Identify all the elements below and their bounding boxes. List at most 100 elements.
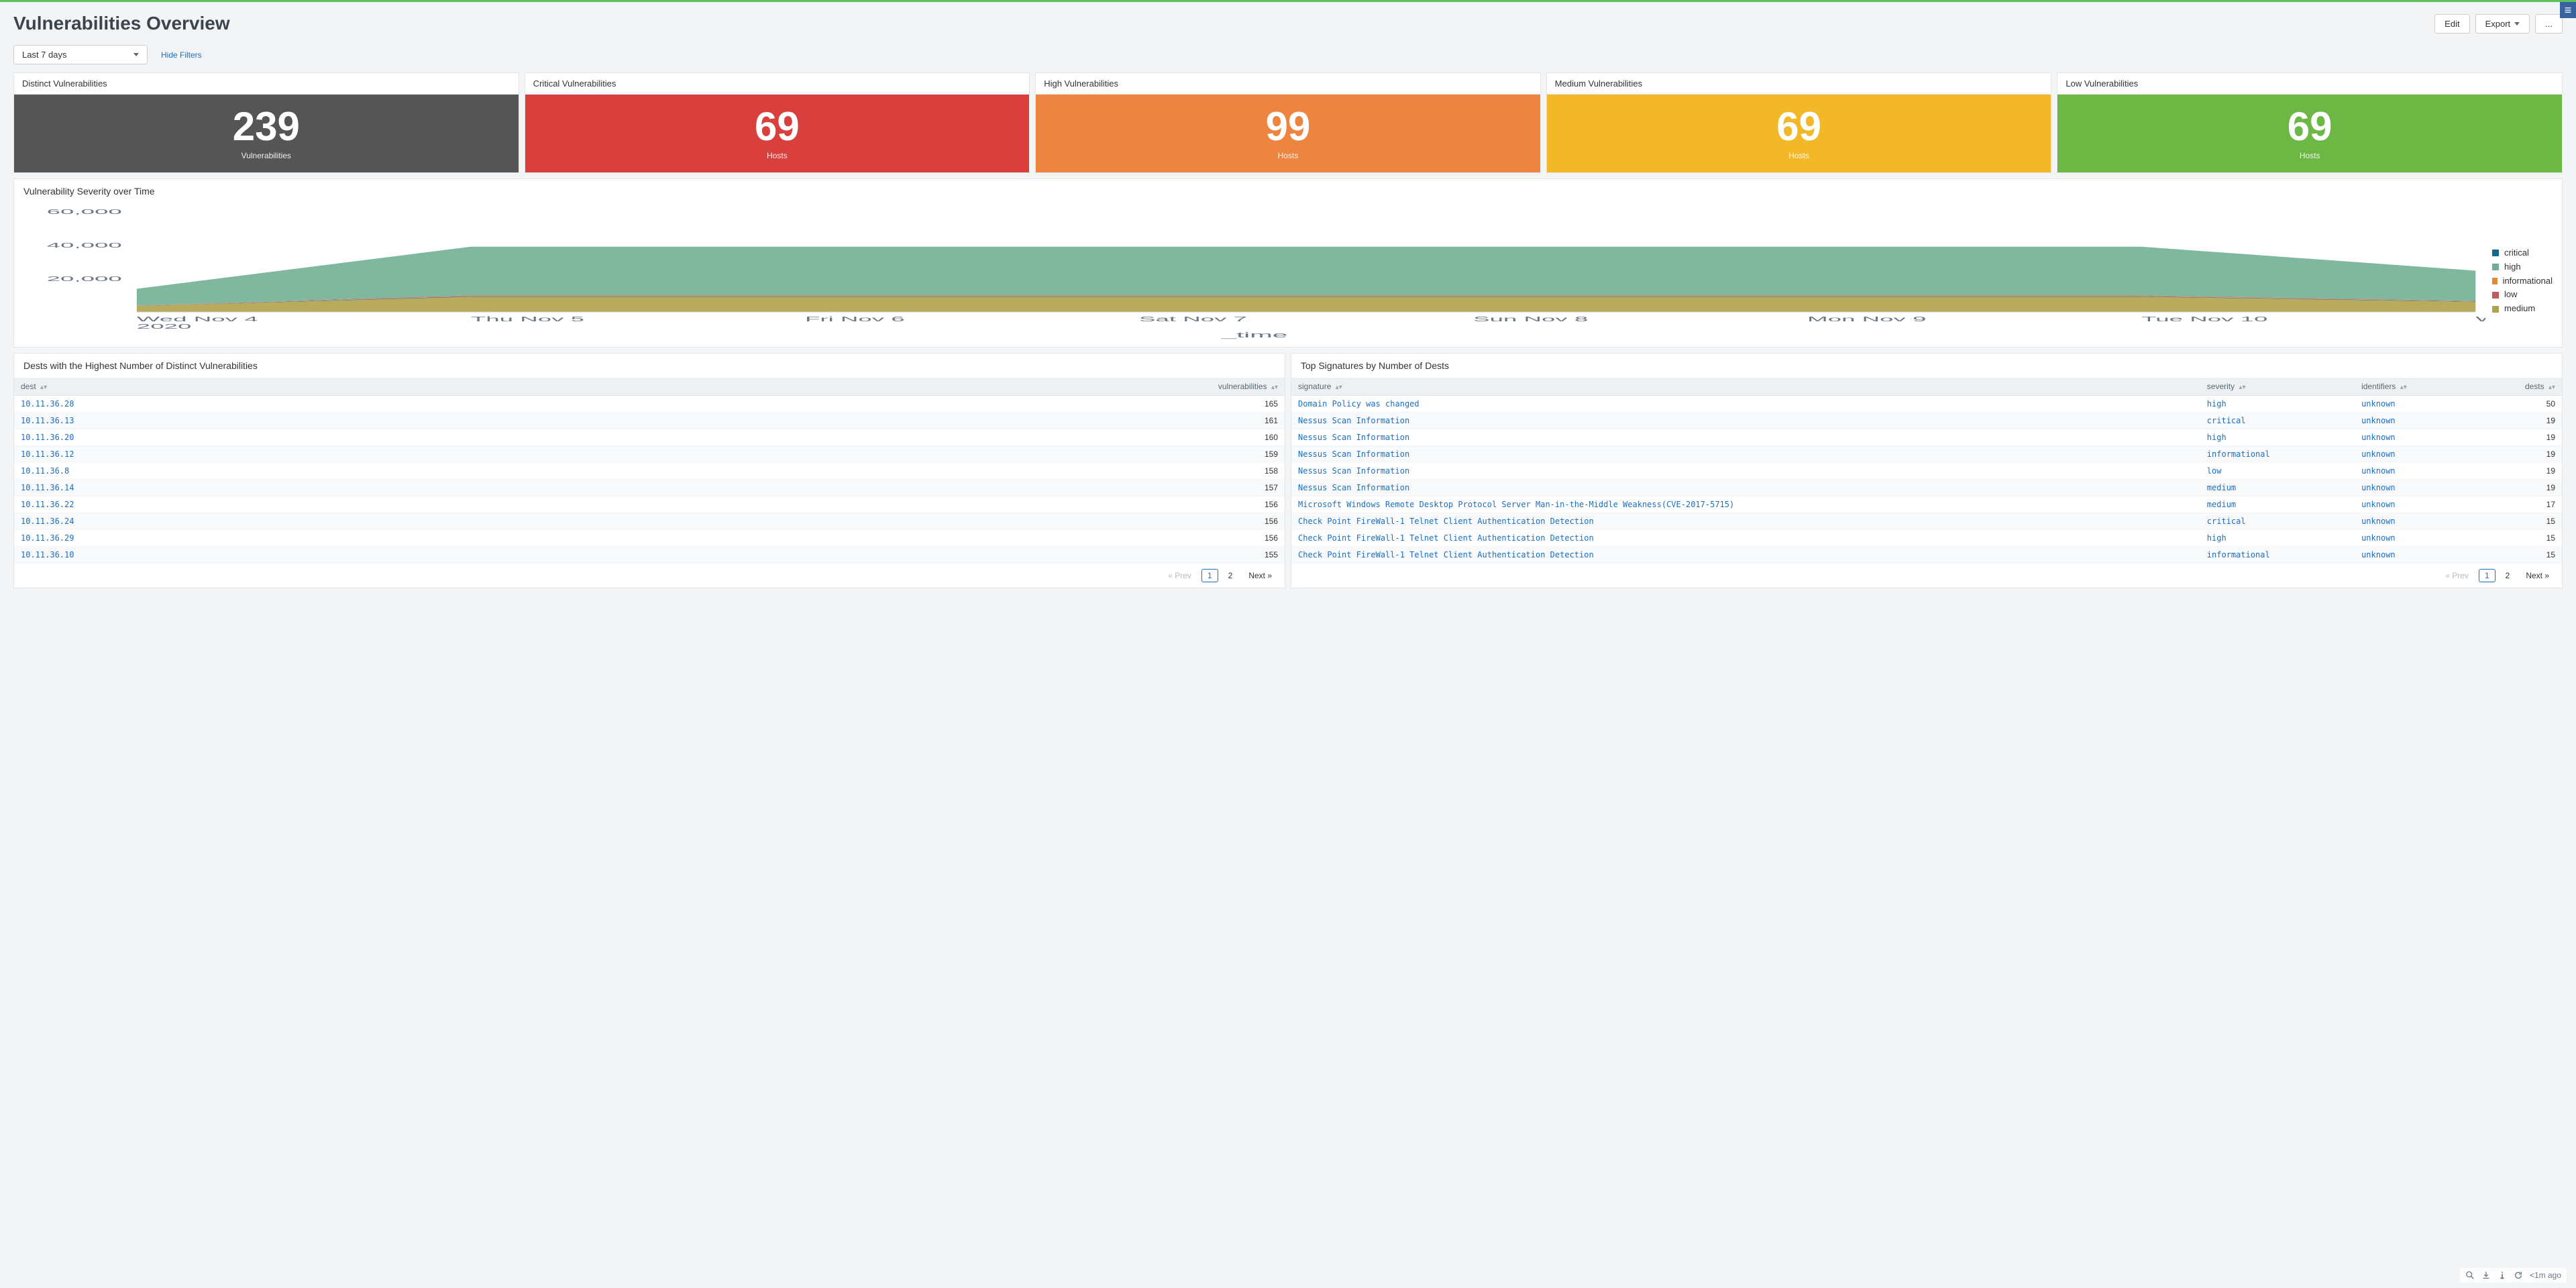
pager-prev[interactable]: « Prev [1162, 569, 1197, 582]
metric-card[interactable]: High Vulnerabilities 99 Hosts [1035, 72, 1541, 173]
cell-link[interactable]: 10.11.36.10 [21, 550, 74, 559]
search-icon[interactable] [2465, 1271, 2475, 1280]
export-button[interactable]: Export [2475, 14, 2530, 34]
cell-link[interactable]: Microsoft Windows Remote Desktop Protoco… [1298, 500, 1734, 509]
table-row[interactable]: 10.11.36.12159 [14, 446, 1285, 463]
cell-link[interactable]: unknown [2361, 500, 2396, 509]
cell-link[interactable]: Check Point FireWall-1 Telnet Client Aut… [1298, 550, 1594, 559]
cell-link[interactable]: 10.11.36.8 [21, 466, 69, 476]
cell-link[interactable]: critical [2207, 416, 2246, 425]
cell-link[interactable]: medium [2207, 483, 2236, 492]
table-row[interactable]: Nessus Scan Informationcriticalunknown19 [1291, 413, 2562, 429]
pager-next[interactable]: Next » [2520, 569, 2555, 582]
metric-card[interactable]: Medium Vulnerabilities 69 Hosts [1546, 72, 2052, 173]
svg-text:2020: 2020 [137, 323, 192, 330]
cell-link[interactable]: critical [2207, 517, 2246, 526]
cell-link[interactable]: 10.11.36.13 [21, 416, 74, 425]
cell-link[interactable]: unknown [2361, 550, 2396, 559]
table-row[interactable]: 10.11.36.8158 [14, 463, 1285, 480]
refresh-icon[interactable] [2514, 1271, 2523, 1280]
cell-link[interactable]: 10.11.36.14 [21, 483, 74, 492]
cell-link[interactable]: unknown [2361, 466, 2396, 476]
pager-next[interactable]: Next » [1242, 569, 1278, 582]
cell-link[interactable]: Domain Policy was changed [1298, 399, 1419, 409]
table-row[interactable]: Nessus Scan Informationlowunknown19 [1291, 463, 2562, 480]
table-row[interactable]: Domain Policy was changedhighunknown50 [1291, 396, 2562, 413]
cell-link[interactable]: unknown [2361, 517, 2396, 526]
pager-page[interactable]: 1 [2479, 569, 2496, 582]
cell-link[interactable]: unknown [2361, 533, 2396, 543]
table-row[interactable]: Check Point FireWall-1 Telnet Client Aut… [1291, 547, 2562, 564]
cell-link[interactable]: Check Point FireWall-1 Telnet Client Aut… [1298, 533, 1594, 543]
cell-link[interactable]: informational [2207, 449, 2270, 459]
table-row[interactable]: 10.11.36.10155 [14, 547, 1285, 564]
cell-link[interactable]: unknown [2361, 433, 2396, 442]
pager-page[interactable]: 1 [1201, 569, 1218, 582]
sigs-table-title: Top Signatures by Number of Dests [1291, 354, 2562, 378]
column-header[interactable]: severity ▴▾ [2200, 378, 2355, 396]
column-header[interactable]: dests ▴▾ [2473, 378, 2562, 396]
cell-link[interactable]: unknown [2361, 416, 2396, 425]
legend-item[interactable]: informational [2492, 274, 2553, 288]
cell-link[interactable]: Nessus Scan Information [1298, 416, 1409, 425]
table-row[interactable]: 10.11.36.13161 [14, 413, 1285, 429]
info-icon[interactable] [2498, 1271, 2507, 1280]
hide-filters-link[interactable]: Hide Filters [161, 50, 202, 60]
cell-link[interactable]: 10.11.36.24 [21, 517, 74, 526]
metric-card[interactable]: Low Vulnerabilities 69 Hosts [2057, 72, 2563, 173]
pager-page[interactable]: 2 [2500, 569, 2516, 582]
download-icon[interactable] [2481, 1271, 2491, 1280]
cell-link[interactable]: high [2207, 433, 2226, 442]
table-row[interactable]: 10.11.36.29156 [14, 530, 1285, 547]
cell-link[interactable]: Nessus Scan Information [1298, 449, 1409, 459]
cell-link[interactable]: medium [2207, 500, 2236, 509]
cell-link[interactable]: 10.11.36.28 [21, 399, 74, 409]
cell-link[interactable]: high [2207, 399, 2226, 409]
table-row[interactable]: Microsoft Windows Remote Desktop Protoco… [1291, 496, 2562, 513]
cell-link[interactable]: 10.11.36.29 [21, 533, 74, 543]
cell-link[interactable]: unknown [2361, 483, 2396, 492]
more-actions-button[interactable]: ... [2535, 14, 2563, 34]
cell-link[interactable]: Nessus Scan Information [1298, 466, 1409, 476]
cell-link[interactable]: high [2207, 533, 2226, 543]
cell-link[interactable]: unknown [2361, 399, 2396, 409]
table-row[interactable]: 10.11.36.28165 [14, 396, 1285, 413]
cell-link[interactable]: 10.11.36.22 [21, 500, 74, 509]
legend-item[interactable]: high [2492, 260, 2553, 274]
cell-link[interactable]: informational [2207, 550, 2270, 559]
column-header[interactable]: identifiers ▴▾ [2355, 378, 2473, 396]
cell-link[interactable]: Nessus Scan Information [1298, 483, 1409, 492]
cell-link[interactable]: 10.11.36.20 [21, 433, 74, 442]
edit-button[interactable]: Edit [2434, 14, 2469, 34]
table-row[interactable]: 10.11.36.24156 [14, 513, 1285, 530]
cell-link[interactable]: low [2207, 466, 2222, 476]
legend-item[interactable]: critical [2492, 246, 2553, 260]
table-row[interactable]: 10.11.36.14157 [14, 480, 1285, 496]
column-header[interactable]: vulnerabilities ▴▾ [620, 378, 1285, 396]
collapse-panel-tab[interactable]: ≡ [2560, 2, 2576, 18]
time-range-picker[interactable]: Last 7 days [13, 45, 148, 64]
metric-label: Hosts [2065, 151, 2554, 160]
metric-card[interactable]: Distinct Vulnerabilities 239 Vulnerabili… [13, 72, 519, 173]
column-header[interactable]: dest ▴▾ [14, 378, 620, 396]
cell-link[interactable]: 10.11.36.12 [21, 449, 74, 459]
cell-link[interactable]: Check Point FireWall-1 Telnet Client Aut… [1298, 517, 1594, 526]
legend-item[interactable]: low [2492, 288, 2553, 302]
table-row[interactable]: Nessus Scan Informationhighunknown19 [1291, 429, 2562, 446]
legend-item[interactable]: medium [2492, 302, 2553, 316]
table-row[interactable]: Nessus Scan Information informational unkn… [1291, 446, 2562, 463]
table-row[interactable]: Check Point FireWall-1 Telnet Client Aut… [1291, 513, 2562, 530]
column-header[interactable]: signature ▴▾ [1291, 378, 2200, 396]
metric-value: 239 [22, 107, 511, 147]
chart-legend: criticalhighinformationallowmedium [2492, 206, 2553, 316]
table-row[interactable]: 10.11.36.22156 [14, 496, 1285, 513]
table-row[interactable]: Nessus Scan Informationmediumunknown19 [1291, 480, 2562, 496]
pager-page[interactable]: 2 [1222, 569, 1239, 582]
cell-link[interactable]: Nessus Scan Information [1298, 433, 1409, 442]
table-row[interactable]: Check Point FireWall-1 Telnet Client Aut… [1291, 530, 2562, 547]
severity-area-chart[interactable]: 20,00040,00060,000Wed Nov 42020Thu Nov 5… [23, 206, 2485, 340]
pager-prev[interactable]: « Prev [2439, 569, 2475, 582]
table-row[interactable]: 10.11.36.20160 [14, 429, 1285, 446]
metric-card[interactable]: Critical Vulnerabilities 69 Hosts [525, 72, 1030, 173]
cell-link[interactable]: unknown [2361, 449, 2396, 459]
